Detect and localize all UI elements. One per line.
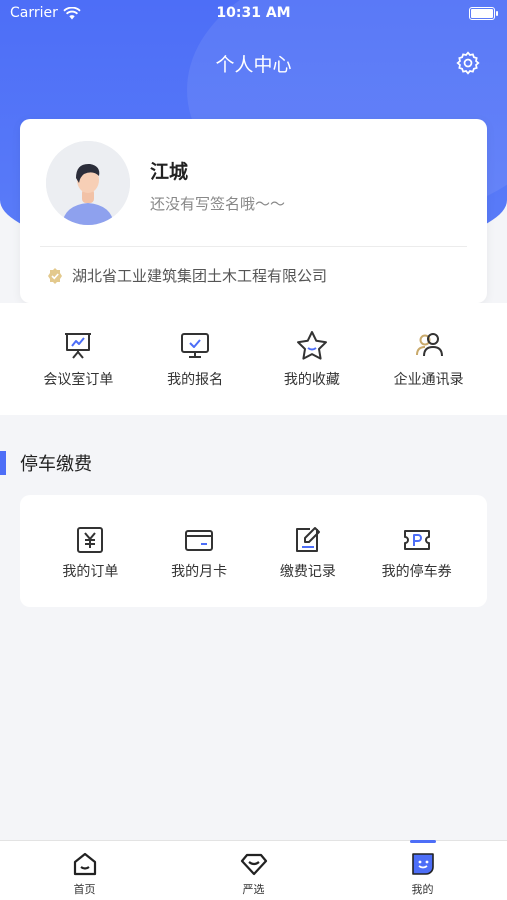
tab-label: 我的 (411, 883, 434, 896)
battery-icon (469, 7, 498, 20)
company-directory-button[interactable]: 企业通讯录 (370, 329, 487, 389)
card-icon (185, 530, 214, 551)
contacts-icon (415, 333, 443, 357)
bottom-tab-bar: 首页 严选 我的 (0, 840, 507, 900)
avatar[interactable] (46, 141, 130, 225)
tab-mine[interactable]: 我的 (338, 840, 507, 900)
user-name: 江城 (150, 161, 189, 183)
parking-ticket-icon (403, 530, 430, 550)
parking-action-label: 我的月卡 (171, 564, 228, 580)
quick-actions-row: 会议室订单 我的报名 我的收藏 企业通讯录 (20, 329, 487, 389)
tab-featured[interactable]: 严选 (169, 841, 338, 900)
parking-action-label: 我的订单 (62, 564, 119, 580)
meeting-room-orders-button[interactable]: 会议室订单 (20, 329, 137, 389)
divider (40, 246, 467, 247)
diamond-icon (240, 853, 267, 876)
parking-action-label: 缴费记录 (279, 564, 336, 580)
payment-records-button[interactable]: 缴费记录 (254, 525, 363, 581)
my-favorites-button[interactable]: 我的收藏 (254, 329, 371, 389)
company-name: 湖北省工业建筑集团土木工程有限公司 (72, 267, 328, 285)
quick-action-label: 我的报名 (167, 372, 224, 388)
edit-record-icon (295, 527, 320, 552)
presentation-board-icon (65, 333, 92, 359)
tab-home[interactable]: 首页 (0, 841, 169, 900)
user-signature: 还没有写签名哦～～ (150, 195, 286, 213)
section-title: 停车缴费 (20, 454, 92, 475)
page-title: 个人中心 (215, 54, 292, 76)
gear-icon[interactable] (455, 50, 481, 76)
star-icon (296, 331, 327, 360)
my-registrations-button[interactable]: 我的报名 (137, 329, 254, 389)
parking-action-label: 我的停车券 (381, 564, 452, 580)
tab-label: 首页 (73, 883, 96, 896)
parking-section-header: 停车缴费 (0, 450, 92, 476)
verified-badge-icon (48, 267, 62, 284)
my-monthly-card-button[interactable]: 我的月卡 (145, 525, 254, 581)
face-icon (411, 853, 434, 875)
quick-actions-panel: 会议室订单 我的报名 我的收藏 企业通讯录 (0, 303, 507, 415)
quick-action-label: 会议室订单 (43, 372, 114, 388)
yen-order-icon (77, 527, 104, 553)
company-row: 湖北省工业建筑集团土木工程有限公司 (46, 265, 327, 286)
monitor-check-icon (181, 333, 210, 358)
user-avatar-illustration (46, 141, 130, 225)
my-orders-button[interactable]: 我的订单 (36, 525, 145, 581)
quick-action-label: 企业通讯录 (393, 372, 464, 388)
quick-action-label: 我的收藏 (283, 372, 340, 388)
my-parking-coupons-button[interactable]: 我的停车券 (362, 525, 471, 581)
clock: 10:31 AM (216, 5, 291, 21)
parking-actions-row: 我的订单 我的月卡 缴费记录 我的停车券 (20, 525, 487, 581)
home-icon (73, 852, 96, 876)
tab-label: 严选 (242, 883, 265, 896)
status-bar: Carrier 10:31 AM (0, 0, 507, 28)
parking-card: 我的订单 我的月卡 缴费记录 我的停车券 (20, 495, 487, 607)
section-accent-bar (0, 451, 6, 475)
profile-card[interactable]: 江城 还没有写签名哦～～ 湖北省工业建筑集团土木工程有限公司 (20, 119, 487, 303)
